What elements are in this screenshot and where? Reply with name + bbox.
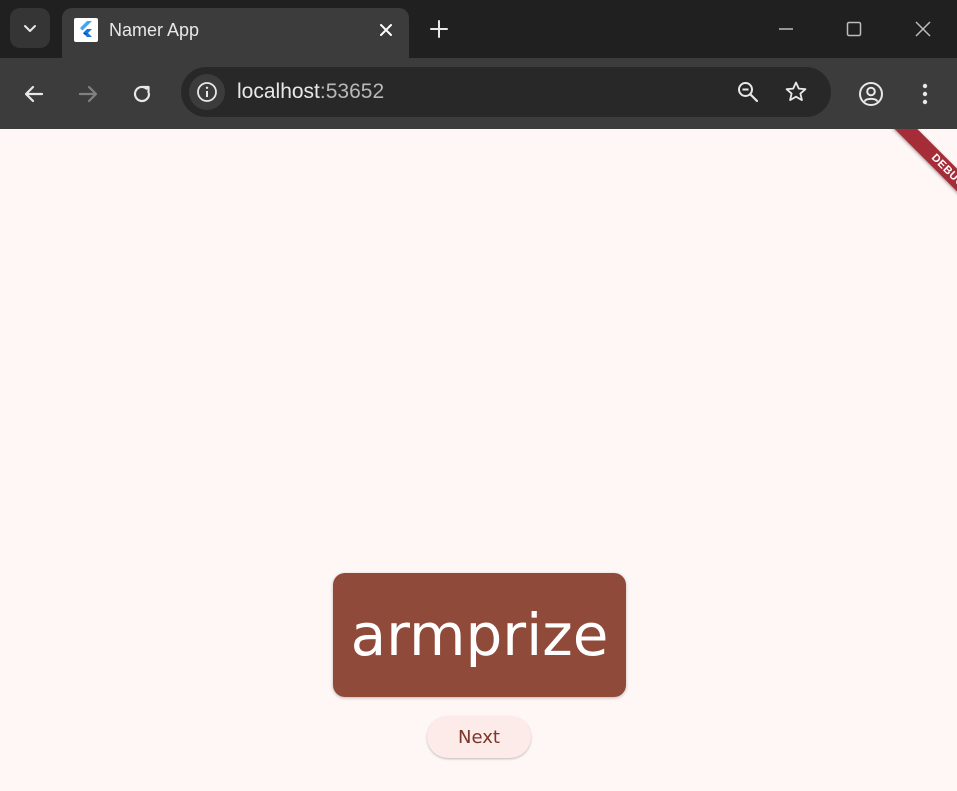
maximize-button[interactable] [839, 14, 869, 44]
next-button[interactable]: Next [427, 716, 531, 758]
word-pair-card: armprize [333, 573, 626, 697]
new-tab-button[interactable] [424, 14, 454, 44]
star-icon [784, 80, 808, 104]
tab-strip: Namer App [0, 0, 957, 58]
forward-button[interactable] [72, 78, 104, 110]
forward-arrow-icon [77, 83, 99, 105]
bookmark-button[interactable] [781, 77, 811, 107]
maximize-icon [846, 21, 862, 37]
site-info-button[interactable] [189, 74, 225, 110]
zoom-button[interactable] [733, 77, 763, 107]
minimize-button[interactable] [771, 14, 801, 44]
reload-button[interactable] [126, 78, 158, 110]
close-window-icon [915, 21, 931, 37]
back-button[interactable] [18, 78, 50, 110]
tab-search-button[interactable] [10, 8, 50, 48]
profile-button[interactable] [855, 78, 887, 110]
menu-button[interactable] [909, 78, 941, 110]
zoom-out-icon [736, 80, 760, 104]
close-icon [379, 23, 393, 37]
minimize-icon [778, 21, 794, 37]
info-icon [196, 81, 218, 103]
menu-dots-icon [921, 82, 929, 106]
chevron-down-icon [22, 20, 38, 36]
plus-icon [430, 20, 448, 38]
app-content: DEBUG armprize Next [0, 129, 957, 791]
word-pair-text: armprize [350, 601, 609, 669]
reload-icon [131, 83, 153, 105]
profile-icon [858, 81, 884, 107]
url-host: localhost [237, 80, 320, 103]
debug-banner: DEBUG [892, 129, 957, 227]
url-port: :53652 [319, 80, 385, 103]
close-tab-button[interactable] [373, 17, 399, 43]
address-bar[interactable]: localhost:53652 [181, 67, 831, 117]
close-window-button[interactable] [908, 14, 938, 44]
url-text: localhost:53652 [237, 80, 384, 104]
tab-title: Namer App [109, 20, 200, 40]
browser-toolbar: localhost:53652 [0, 58, 957, 129]
back-arrow-icon [23, 83, 45, 105]
tab-namer-app[interactable]: Namer App [62, 8, 409, 58]
flutter-logo-icon [74, 18, 98, 42]
